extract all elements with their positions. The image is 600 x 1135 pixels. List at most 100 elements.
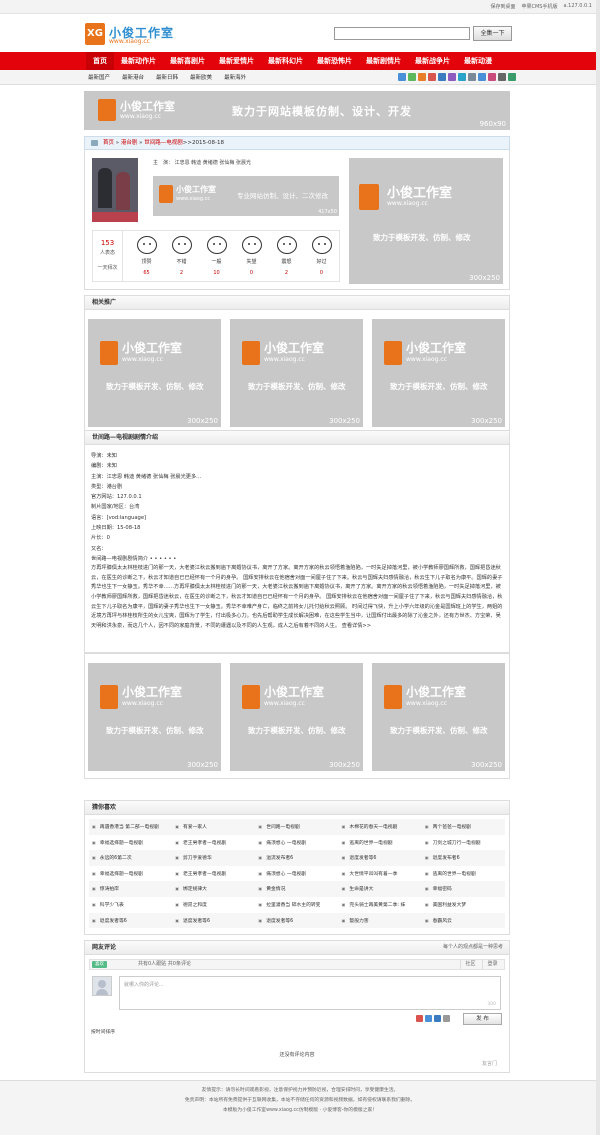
vote-option[interactable]: 顶赞 65 [129, 231, 164, 276]
qzone-icon[interactable] [425, 1015, 432, 1022]
list-item[interactable]: 逃离的世界—电视剧 [422, 866, 505, 882]
subnav-item[interactable]: 最新海外 [224, 73, 246, 81]
chevron-down-icon[interactable] [443, 1015, 450, 1022]
list-item[interactable]: 退度发者等6 [172, 913, 255, 929]
share-icon[interactable] [508, 73, 516, 81]
scrollbar[interactable] [596, 0, 600, 1135]
ad-box[interactable]: 小俊工作室 www.xiaog.cc 致力于模板开发、仿制、修改 300x250 [88, 663, 221, 771]
site-logo[interactable]: XG 小俊工作室 www.xiaog.cc [85, 23, 195, 47]
side-ad[interactable]: 小俊工作室 www.xiaog.cc 致力于模板开发、仿制、修改 300x250 [349, 158, 503, 284]
like-button[interactable]: 喜欢 [92, 961, 107, 968]
share-icon[interactable] [418, 73, 426, 81]
share-icon[interactable] [498, 73, 506, 81]
share-icon[interactable] [408, 73, 416, 81]
ad-box[interactable]: 小俊工作室 www.xiaog.cc 致力于模板开发、仿制、修改 300x250 [372, 319, 505, 427]
list-item[interactable]: 老王男孝者—电视剧 [172, 835, 255, 851]
inline-ad[interactable]: 小俊工作室 www.xiaog.cc 专业网站仿制、设计、二次修改 417x50 [153, 176, 339, 216]
mobile-link[interactable]: 苹果CMS手机版 [522, 3, 558, 10]
nav-item-scifi[interactable]: 最新科幻片 [261, 52, 310, 70]
list-item[interactable]: 美国利益发大梦 [422, 897, 505, 913]
list-item[interactable]: 世间路—电视剧 [255, 819, 338, 835]
list-item[interactable]: 溢流发布者6 [255, 850, 338, 866]
domain-link[interactable]: a.127.0.0.1 [563, 3, 592, 10]
list-item[interactable]: 再遇香港当 第二部—电视剧 [89, 819, 172, 835]
list-item[interactable]: 黄金情况 [255, 881, 338, 897]
share-icon[interactable] [448, 73, 456, 81]
list-item[interactable]: 逃离的世界—电视剧 [339, 835, 422, 851]
poster-image[interactable] [92, 158, 138, 222]
list-item[interactable]: 生命是讲大 [339, 881, 422, 897]
breadcrumb-home[interactable]: 首页 [103, 140, 114, 146]
nav-item-action[interactable]: 最新动作片 [114, 52, 163, 70]
bookmark-link[interactable]: 保存到桌面 [490, 3, 515, 10]
share-icon[interactable] [488, 73, 496, 81]
list-item[interactable]: 德昂之和度 [172, 897, 255, 913]
list-item[interactable]: 木棉花的春天—电视剧 [339, 819, 422, 835]
vote-option[interactable]: 震怒 2 [269, 231, 304, 276]
subnav-item[interactable]: 最新日韩 [156, 73, 178, 81]
ad-box[interactable]: 小俊工作室 www.xiaog.cc 致力于模板开发、仿制、修改 300x250 [372, 663, 505, 771]
list-item[interactable]: 痛须想心 一电视剧 [255, 835, 338, 851]
list-item[interactable]: 有爱一家人 [172, 819, 255, 835]
list-item[interactable]: 永远的6第二次 [89, 850, 172, 866]
nav-item-romance[interactable]: 最新爱情片 [212, 52, 261, 70]
list-item[interactable]: 退度发者等6 [339, 850, 422, 866]
vote-option[interactable]: 好过 0 [304, 231, 339, 276]
nav-item-home[interactable]: 首页 [86, 52, 114, 70]
subnav-item[interactable]: 最新港台 [122, 73, 144, 81]
nav-item-drama[interactable]: 最新剧情片 [359, 52, 408, 70]
nav-item-war[interactable]: 最新战争片 [408, 52, 457, 70]
share-icon[interactable] [468, 73, 476, 81]
list-item[interactable]: 大世情平凹叫有着—季 [339, 866, 422, 882]
list-item[interactable]: 剪刀手爱德华 [172, 850, 255, 866]
share-icon[interactable] [398, 73, 406, 81]
list-item[interactable]: 幸福选择题—电视剧 [89, 866, 172, 882]
list-item[interactable]: 幸福密码 [422, 881, 505, 897]
nav-item-anime[interactable]: 最新动漫 [457, 52, 499, 70]
ad-slogan: 致力于模板开发、仿制、修改 [106, 382, 204, 391]
list-item[interactable]: 痛须想心 一电视剧 [255, 866, 338, 882]
list-item[interactable]: 退度发布者6 [422, 850, 505, 866]
list-item[interactable]: 幸福选择题—电视剧 [89, 835, 172, 851]
list-item[interactable]: 绑定规律大 [172, 881, 255, 897]
search-button[interactable]: 全集一下 [473, 26, 512, 41]
breadcrumb-title[interactable]: 世间路—电视剧 [144, 140, 183, 146]
subnav-item[interactable]: 最新欧美 [190, 73, 212, 81]
list-item[interactable]: 春霸风云 [422, 913, 505, 929]
sort-dropdown[interactable]: 按时间排序 [91, 1028, 115, 1035]
ad-box[interactable]: 小俊工作室 www.xiaog.cc 致力于模板开发、仿制、修改 300x250 [88, 319, 221, 427]
list-item[interactable]: 老王男孝者—电视剧 [172, 866, 255, 882]
tab-login[interactable]: 登录 [482, 960, 502, 969]
tab-community[interactable]: 社区 [460, 960, 480, 969]
share-icon[interactable] [428, 73, 436, 81]
list-item[interactable]: 两个爸爸—电视剧 [422, 819, 505, 835]
tencent-icon[interactable] [434, 1015, 441, 1022]
share-icon[interactable] [438, 73, 446, 81]
ad-box[interactable]: 小俊工作室 www.xiaog.cc 致力于模板开发、仿制、修改 300x250 [230, 663, 363, 771]
search-input[interactable] [334, 27, 470, 40]
ad-box[interactable]: 小俊工作室 www.xiaog.cc 致力于模板开发、仿制、修改 300x250 [230, 319, 363, 427]
nav-item-comedy[interactable]: 最新喜剧片 [163, 52, 212, 70]
list-item[interactable]: 刀剑之城刀行—电视剧 [422, 835, 505, 851]
share-icon[interactable] [458, 73, 466, 81]
list-item[interactable]: 退度发者等6 [89, 913, 172, 929]
list-item[interactable]: 完头骑士再美黄第二季: 妹 [339, 897, 422, 913]
nav-item-horror[interactable]: 最新恐怖片 [310, 52, 359, 70]
weibo-icon[interactable] [416, 1015, 423, 1022]
list-item[interactable]: 惊涛拍岸 [89, 881, 172, 897]
vote-option[interactable]: 一般 10 [199, 231, 234, 276]
breadcrumb-category[interactable]: 港台剧 [121, 140, 138, 146]
list-item[interactable]: 蹩般力害 [339, 913, 422, 929]
post-button[interactable]: 发 布 [463, 1013, 502, 1025]
list-item[interactable]: 拉里灌香当 碎水主的转变 [255, 897, 338, 913]
list-item[interactable]: 科学少飞表 [89, 897, 172, 913]
top-banner-ad[interactable]: 小俊工作室 www.xiaog.cc 致力于网站模板仿制、设计、开发 960x9… [84, 91, 510, 130]
likes-title: 猜你喜欢 [84, 800, 510, 815]
powered-by[interactable]: 友言门 [482, 1060, 497, 1067]
subnav-item[interactable]: 最新国产 [88, 73, 110, 81]
vote-option[interactable]: 不错 2 [164, 231, 199, 276]
share-icon[interactable] [478, 73, 486, 81]
list-item[interactable]: 退度发者等6 [255, 913, 338, 929]
vote-option[interactable]: 失望 0 [234, 231, 269, 276]
comment-input[interactable]: 就哪入你的评论... 300 [119, 976, 501, 1010]
